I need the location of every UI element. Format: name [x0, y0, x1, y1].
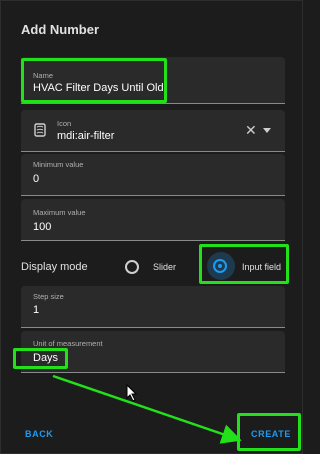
add-number-dialog: Add Number Name HVAC Filter Days Until O…: [0, 0, 303, 454]
mouse-cursor-icon: [126, 383, 138, 407]
annotation-arrow: [52, 374, 242, 444]
